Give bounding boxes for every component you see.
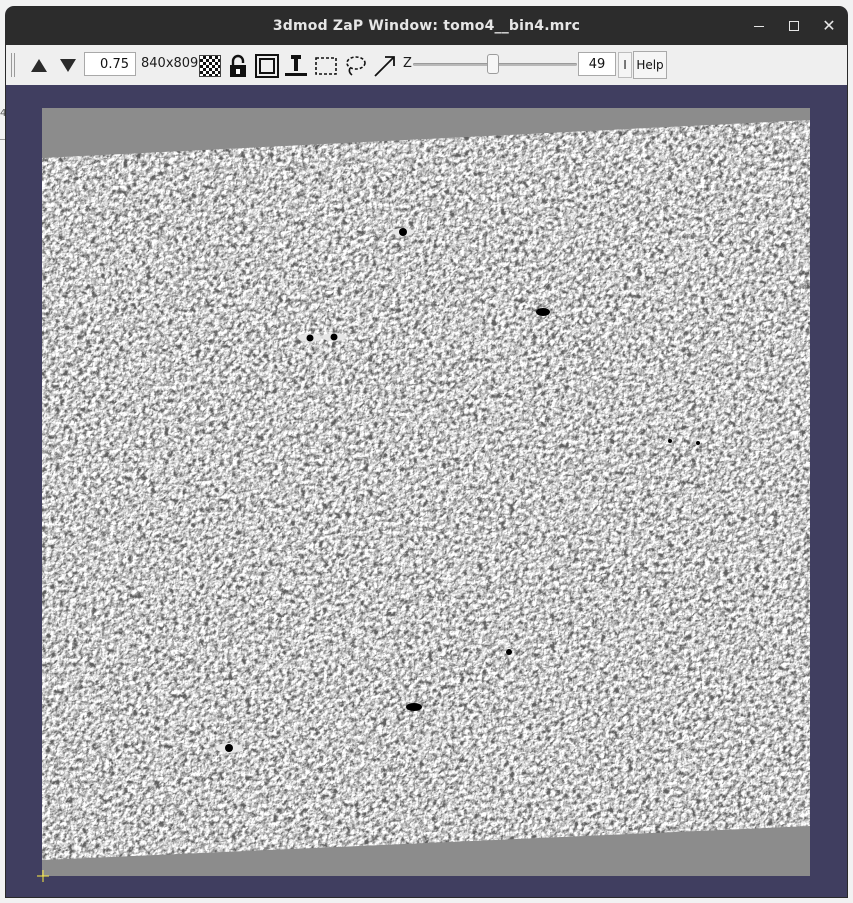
arrow-down-icon xyxy=(60,58,76,72)
tomogram-slice-graphic xyxy=(42,108,810,876)
pin-button[interactable] xyxy=(284,54,308,78)
zoom-down-button[interactable] xyxy=(57,55,79,75)
crosshair-cursor-icon xyxy=(37,870,49,882)
arrow-draw-icon xyxy=(374,56,395,77)
box-outline-icon xyxy=(255,54,279,78)
lock-icon xyxy=(230,54,246,77)
section-input[interactable] xyxy=(578,52,616,76)
lasso-button[interactable] xyxy=(343,54,367,78)
zoom-up-button[interactable] xyxy=(28,55,50,75)
z-slider-handle[interactable] xyxy=(487,54,500,74)
pin-icon xyxy=(285,55,307,76)
toolbar-grip-handle[interactable] xyxy=(9,51,17,79)
tomogram-image[interactable] xyxy=(42,108,810,876)
info-button[interactable]: I xyxy=(618,52,632,78)
z-label: Z xyxy=(403,56,412,71)
image-canvas[interactable] xyxy=(6,85,847,897)
arrow-draw-button[interactable] xyxy=(373,54,397,78)
minimize-button[interactable] xyxy=(742,7,776,45)
zap-window: 3dmod ZaP Window: tomo4__bin4.mrc ✕ 840x… xyxy=(6,7,847,897)
rectangle-select-button[interactable] xyxy=(314,54,338,78)
rectangle-select-icon xyxy=(315,57,337,75)
toolbar: 840x809 xyxy=(6,45,847,86)
checkerboard-icon xyxy=(199,55,221,77)
lasso-icon xyxy=(346,56,366,76)
zoom-input[interactable] xyxy=(84,52,136,76)
maximize-button[interactable] xyxy=(777,7,811,45)
image-size-label: 840x809 xyxy=(141,56,199,71)
minimize-icon xyxy=(754,25,764,27)
window-title: 3dmod ZaP Window: tomo4__bin4.mrc xyxy=(272,18,581,34)
box-outline-button[interactable] xyxy=(255,54,279,78)
arrow-up-icon xyxy=(31,58,47,72)
close-button[interactable]: ✕ xyxy=(812,7,846,45)
lock-button[interactable] xyxy=(226,54,250,78)
checkerboard-button[interactable] xyxy=(198,54,222,78)
help-button[interactable]: Help xyxy=(633,51,667,79)
maximize-icon xyxy=(789,21,799,31)
close-icon: ✕ xyxy=(822,16,836,35)
z-slider[interactable] xyxy=(413,54,577,74)
title-bar[interactable]: 3dmod ZaP Window: tomo4__bin4.mrc ✕ xyxy=(6,7,847,45)
